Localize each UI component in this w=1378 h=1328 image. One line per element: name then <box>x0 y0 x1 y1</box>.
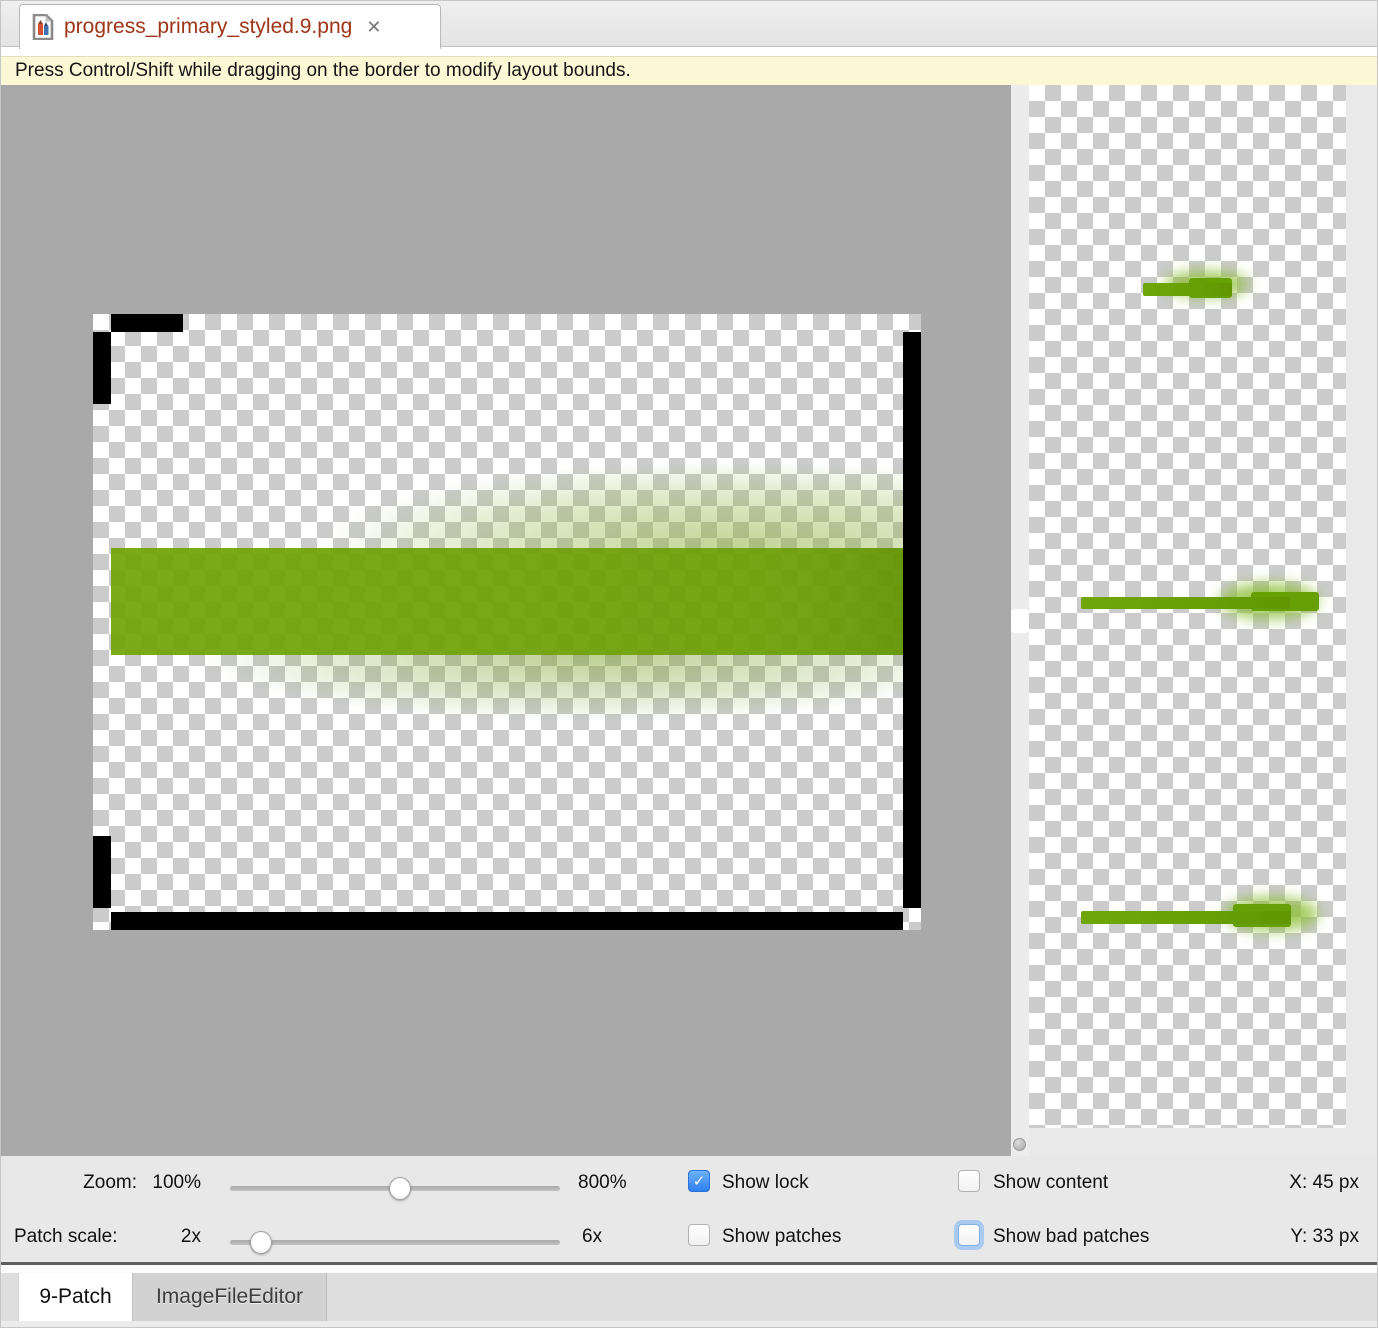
close-icon[interactable]: ✕ <box>366 18 381 36</box>
patch-scale-max-label: 6x <box>582 1225 602 1249</box>
patch-scale-value: 2x <box>159 1225 201 1249</box>
window-bottom-edge <box>1 1321 1377 1327</box>
cursor-y-value: Y: 33 px <box>1271 1225 1359 1249</box>
cursor-x-value: X: 45 px <box>1271 1171 1359 1195</box>
control-bar: Zoom: 100% 800% ✓ Show lock Show content… <box>1 1156 1377 1262</box>
zoom-slider[interactable] <box>230 1177 560 1201</box>
stretch-marker-left-upper[interactable] <box>93 332 111 404</box>
patch-scale-label: Patch scale: <box>14 1225 118 1249</box>
tab-9-patch[interactable]: 9-Patch <box>18 1273 133 1321</box>
checkmark-icon: ✓ <box>693 1174 706 1189</box>
hint-banner: Press Control/Shift while dragging on th… <box>1 56 1377 85</box>
patch-scale-slider-thumb[interactable] <box>250 1231 272 1254</box>
show-patches-label[interactable]: Show patches <box>722 1225 841 1249</box>
show-content-checkbox[interactable] <box>958 1170 980 1192</box>
zoom-value: 100% <box>141 1171 201 1195</box>
preview-pane <box>1029 85 1377 1156</box>
editor-mode-tab-strip: 9-Patch ImageFileEditor <box>1 1273 1377 1321</box>
preview-background <box>1029 85 1346 1128</box>
show-content-label[interactable]: Show content <box>993 1171 1108 1195</box>
show-lock-checkbox[interactable]: ✓ <box>688 1170 710 1192</box>
show-patches-checkbox[interactable] <box>688 1224 710 1246</box>
tab-image-file-editor[interactable]: ImageFileEditor <box>133 1273 327 1321</box>
preview-bar-large <box>1081 911 1291 924</box>
splitter-handle[interactable] <box>1013 1138 1026 1151</box>
stretch-marker-top[interactable] <box>111 314 183 332</box>
ninepatch-image[interactable] <box>93 314 921 930</box>
splitter-grip[interactable] <box>1011 609 1029 633</box>
padding-marker-bottom[interactable] <box>111 912 903 930</box>
panel-splitter[interactable] <box>1011 85 1029 1156</box>
zoom-label: Zoom: <box>41 1171 137 1195</box>
patch-scale-slider[interactable] <box>230 1231 560 1255</box>
file-tab-title: progress_primary_styled.9.png <box>64 15 352 39</box>
bottom-separator-light <box>1 1265 1377 1273</box>
patch-scale-slider-track[interactable] <box>230 1240 560 1245</box>
ninepatch-editor-canvas[interactable] <box>1 85 1011 1156</box>
progress-bar-glow-top <box>233 464 903 548</box>
show-lock-label[interactable]: Show lock <box>722 1171 809 1195</box>
progress-bar-glow-bottom <box>133 655 903 733</box>
preview-bar-medium <box>1081 597 1290 609</box>
preview-bar-small <box>1143 283 1232 296</box>
editor-tab-bar: progress_primary_styled.9.png ✕ <box>1 1 1377 47</box>
zoom-max-label: 800% <box>578 1171 627 1195</box>
file-tab[interactable]: progress_primary_styled.9.png ✕ <box>19 4 441 49</box>
progress-bar-green <box>111 548 903 655</box>
stretch-marker-left-lower[interactable] <box>93 836 111 908</box>
image-file-icon <box>32 14 54 40</box>
padding-marker-right[interactable] <box>903 332 921 908</box>
zoom-slider-thumb[interactable] <box>389 1177 411 1200</box>
show-bad-patches-label[interactable]: Show bad patches <box>993 1225 1149 1249</box>
show-bad-patches-checkbox[interactable] <box>958 1224 980 1246</box>
